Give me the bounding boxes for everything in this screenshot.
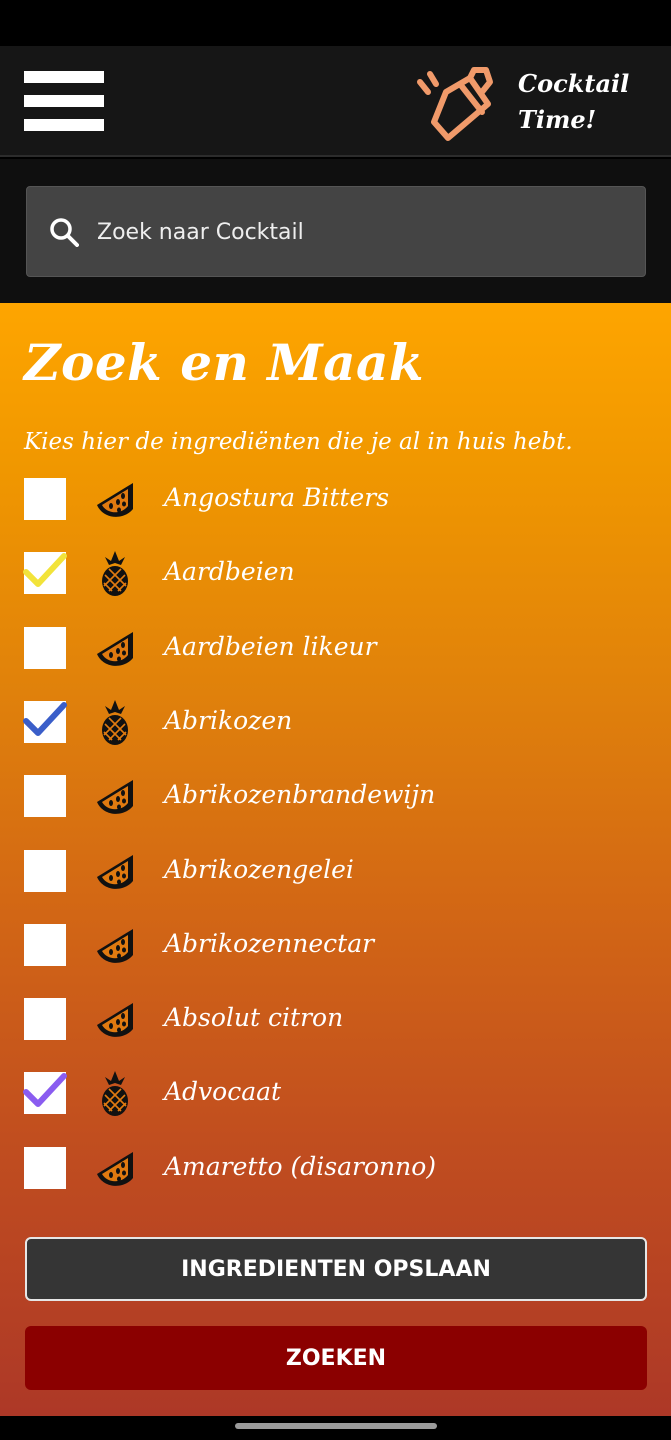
ingredient-label: Aardbeien likeur	[164, 631, 377, 661]
pineapple-icon	[93, 549, 137, 597]
ingredient-row[interactable]: Abrikozen	[0, 694, 671, 754]
ingredient-checkbox[interactable]	[23, 1072, 67, 1115]
watermelon-icon	[93, 475, 137, 523]
checkmark-icon	[23, 553, 67, 588]
ingredient-row[interactable]: Absolut citron	[0, 991, 671, 1051]
watermelon-icon	[93, 1144, 137, 1192]
app-name-line1: Cocktail	[518, 69, 630, 98]
watermelon-icon	[93, 772, 137, 820]
navigation-bar	[0, 1416, 671, 1440]
ingredient-label: Angostura Bitters	[164, 483, 390, 512]
ingredient-checkbox[interactable]	[24, 775, 66, 818]
app-header: Cocktail Time!	[0, 46, 671, 157]
ingredient-label: Aardbeien	[164, 557, 295, 587]
ingredient-row[interactable]: Angostura Bitters	[0, 471, 671, 531]
ingredient-row[interactable]: Advocaat	[0, 1065, 671, 1125]
ingredient-checkbox[interactable]	[24, 923, 66, 966]
search-area	[0, 159, 671, 303]
ingredient-row[interactable]: Aardbeien	[0, 545, 671, 605]
ingredient-checkbox[interactable]	[24, 478, 66, 520]
app-name: Cocktail Time!	[518, 66, 658, 138]
ingredient-label: Absolut citron	[164, 1003, 344, 1033]
status-bar	[0, 0, 671, 46]
ingredient-checkbox[interactable]	[24, 998, 66, 1041]
ingredient-checkbox[interactable]	[23, 552, 67, 595]
ingredient-label: Abrikozennectar	[164, 928, 375, 958]
pineapple-icon	[93, 1069, 137, 1117]
page-subtitle: Kies hier de ingrediënten die je al in h…	[24, 429, 573, 455]
cocktail-shaker-icon	[417, 67, 493, 141]
search-button[interactable]: ZOEKEN	[25, 1326, 647, 1390]
ingredient-checkbox[interactable]	[24, 626, 66, 669]
watermelon-icon	[93, 921, 137, 969]
watermelon-icon	[93, 847, 137, 895]
ingredient-checkbox[interactable]	[23, 700, 67, 743]
ingredient-label: Abrikozen	[164, 705, 293, 735]
ingredient-row[interactable]: Amaretto (disaronno)	[0, 1140, 671, 1200]
hamburger-menu-icon[interactable]	[24, 70, 104, 134]
ingredient-label: Abrikozenbrandewijn	[164, 780, 436, 810]
ingredient-checkbox[interactable]	[24, 1146, 66, 1189]
ingredient-row[interactable]: Abrikozenbrandewijn	[0, 768, 671, 828]
checkmark-icon	[23, 1073, 67, 1108]
search-box[interactable]	[26, 186, 646, 277]
ingredient-row[interactable]: Abrikozengelei	[0, 843, 671, 903]
page-title: Zoek en Maak	[24, 333, 425, 392]
ingredient-label: Amaretto (disaronno)	[164, 1151, 436, 1181]
ingredient-label: Advocaat	[164, 1077, 282, 1107]
search-icon	[50, 218, 79, 247]
watermelon-icon	[93, 995, 137, 1043]
app-name-line2: Time!	[518, 105, 597, 134]
search-input[interactable]	[97, 209, 617, 255]
main-content: Zoek en Maak Kies hier de ingrediënten d…	[0, 303, 671, 1416]
ingredient-row[interactable]: Aardbeien likeur	[0, 620, 671, 680]
ingredient-row[interactable]: Abrikozennectar	[0, 917, 671, 977]
home-gesture-handle[interactable]	[235, 1423, 437, 1429]
ingredient-checkbox[interactable]	[24, 849, 66, 892]
checkmark-icon	[23, 701, 67, 736]
pineapple-icon	[93, 698, 137, 746]
watermelon-icon	[93, 624, 137, 672]
save-ingredients-button[interactable]: INGREDIENTEN OPSLAAN	[25, 1237, 647, 1301]
ingredient-label: Abrikozengelei	[164, 854, 354, 884]
